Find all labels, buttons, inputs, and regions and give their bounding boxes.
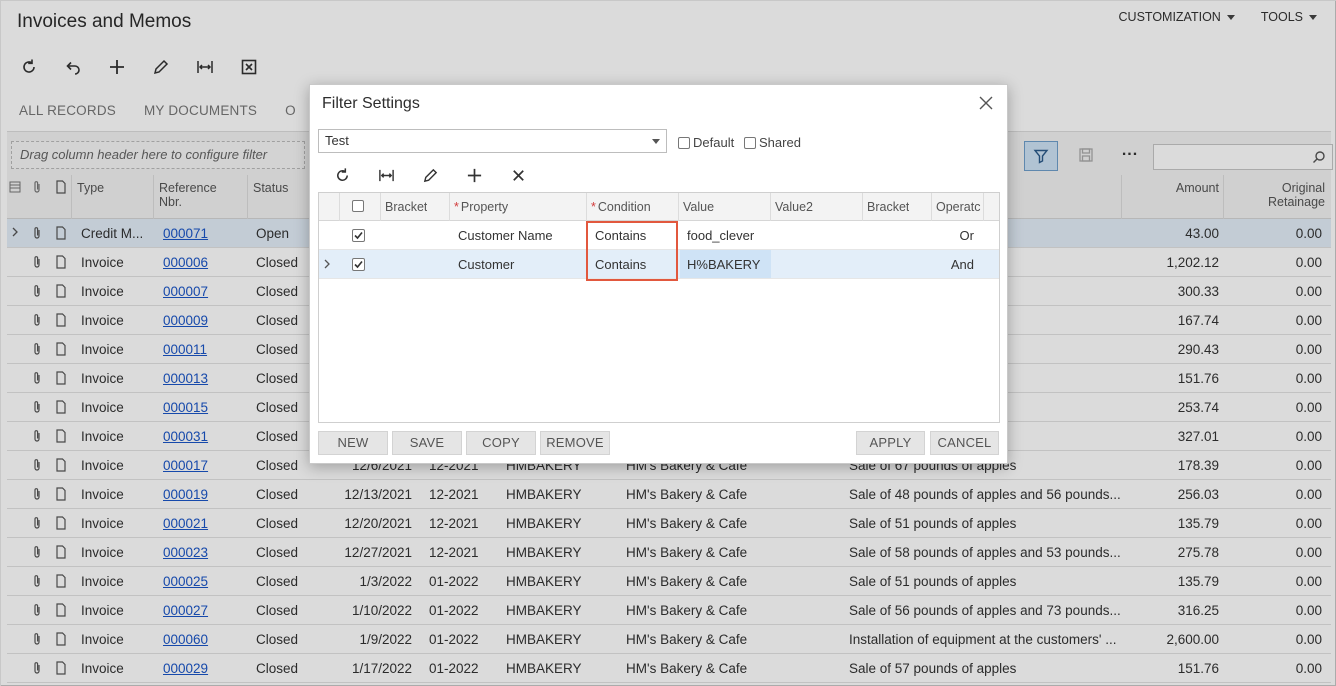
conditions-grid-header: Bracket * Property * Condition Value Value… (319, 193, 999, 221)
dialog-edit-button[interactable] (418, 163, 442, 187)
filter-name-value: Test (325, 133, 349, 148)
column-header-value[interactable]: Value (683, 200, 714, 214)
delete-icon (512, 169, 524, 181)
apply-button[interactable]: APPLY (856, 431, 925, 455)
column-header-bracket2[interactable]: Bracket (867, 200, 909, 214)
required-marker: * (591, 200, 596, 214)
cell-property[interactable]: Customer (458, 257, 514, 272)
row-expand-icon[interactable] (323, 259, 331, 269)
cell-property[interactable]: Customer Name (458, 228, 553, 243)
cell-condition[interactable]: Contains (595, 257, 646, 272)
column-header-value2[interactable]: Value2 (775, 200, 813, 214)
column-header-condition[interactable]: * Condition (591, 200, 651, 214)
dialog-refresh-button[interactable] (330, 163, 354, 187)
header-separator (678, 193, 679, 221)
refresh-icon (336, 167, 348, 181)
row-enabled-checkbox[interactable] (352, 229, 365, 242)
default-checkbox-box[interactable] (678, 136, 690, 149)
dialog-delete-row-button[interactable] (506, 163, 530, 187)
cell-operator[interactable]: And (936, 257, 974, 272)
header-separator (449, 193, 450, 221)
checkmark-icon (354, 260, 363, 269)
row-enabled-checkbox[interactable] (352, 258, 365, 271)
filter-settings-dialog: Filter Settings Test Default Shared Brac… (309, 84, 1008, 464)
conditions-grid-body: Customer Name Contains food_clever Or Custom… (319, 221, 999, 279)
header-separator (983, 193, 984, 221)
cell-operator[interactable]: Or (936, 228, 974, 243)
dialog-toolbar (330, 163, 530, 187)
default-checkbox-label: Default (693, 135, 735, 150)
cell-value[interactable]: H%BAKERY (687, 257, 760, 272)
header-separator (862, 193, 863, 221)
cancel-button[interactable]: CANCEL (930, 431, 999, 455)
shared-checkbox[interactable]: Shared (744, 135, 801, 150)
column-header-property[interactable]: * Property (454, 200, 508, 214)
header-separator (380, 193, 381, 221)
column-header-condition-label: Condition (597, 200, 651, 214)
condition-row[interactable]: Customer Name Contains food_clever Or (319, 221, 999, 250)
required-marker: * (454, 200, 459, 214)
shared-checkbox-box[interactable] (744, 136, 756, 149)
copy-button[interactable]: COPY (466, 431, 536, 455)
select-all-checkbox[interactable] (352, 200, 364, 212)
shared-checkbox-label: Shared (759, 135, 801, 150)
filter-conditions-grid: Bracket * Property * Condition Value Value… (318, 192, 1000, 423)
close-icon[interactable] (979, 96, 993, 110)
cell-condition[interactable]: Contains (595, 228, 646, 243)
header-separator (770, 193, 771, 221)
dialog-fit-columns-button[interactable] (374, 163, 398, 187)
dialog-add-row-button[interactable] (462, 163, 486, 187)
fit-columns-icon (378, 169, 394, 181)
checkmark-icon (354, 231, 363, 240)
add-icon (467, 168, 481, 182)
main-screen: Invoices and Memos CUSTOMIZATION TOOLS A… (0, 0, 1336, 686)
header-separator (586, 193, 587, 221)
chevron-down-icon (652, 139, 660, 144)
dialog-title: Filter Settings (322, 95, 420, 112)
default-checkbox[interactable]: Default (678, 135, 734, 150)
column-header-operator[interactable]: Operatc (936, 200, 982, 214)
edit-icon (423, 168, 437, 182)
remove-button[interactable]: REMOVE (540, 431, 610, 455)
filter-name-select[interactable]: Test (318, 129, 667, 153)
save-button[interactable]: SAVE (392, 431, 462, 455)
header-separator (339, 193, 340, 221)
cell-value[interactable]: food_clever (687, 228, 754, 243)
header-separator (931, 193, 932, 221)
column-header-bracket[interactable]: Bracket (385, 200, 427, 214)
column-header-property-label: Property (460, 200, 509, 214)
condition-row[interactable]: Customer Contains H%BAKERY And (319, 250, 999, 279)
new-button[interactable]: NEW (318, 431, 388, 455)
